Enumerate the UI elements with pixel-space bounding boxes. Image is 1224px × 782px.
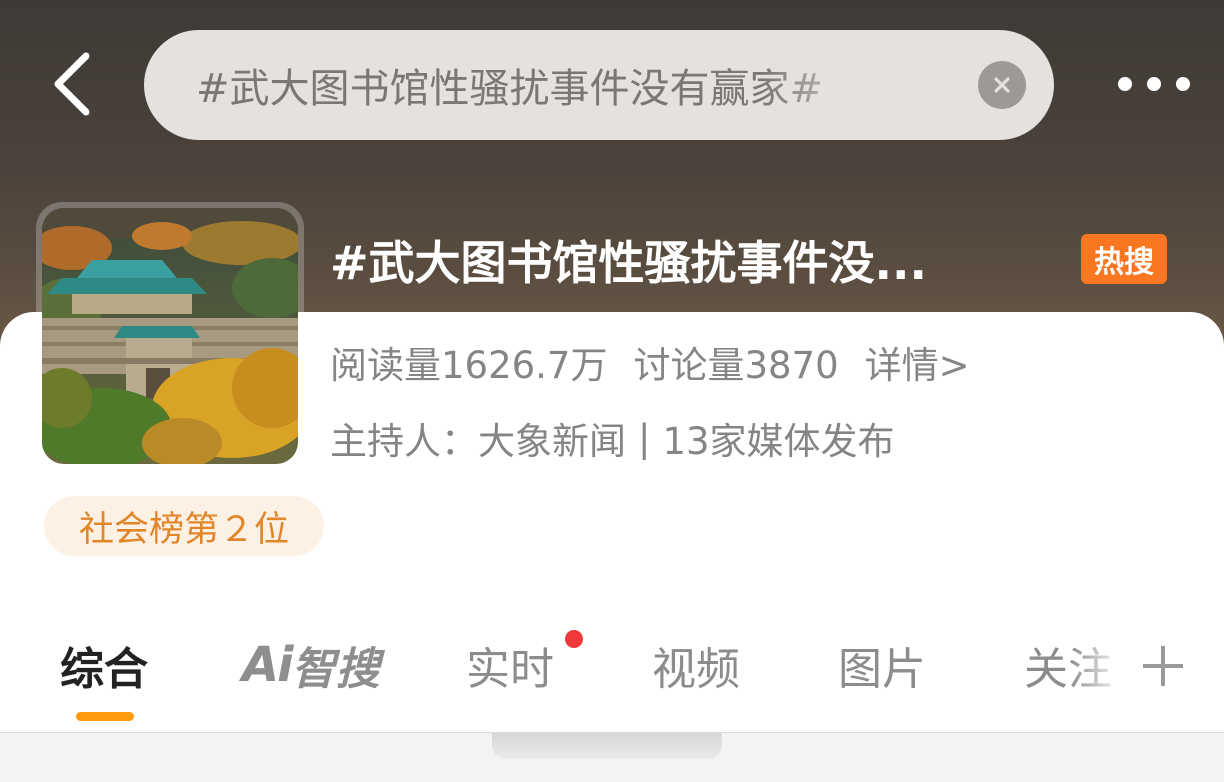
topic-cover-image[interactable] [36,202,304,470]
more-dot-icon [1147,77,1161,91]
ai-logo-icon: Ai [242,637,294,693]
new-content-dot-icon [565,630,583,648]
close-icon [994,77,1010,93]
tab-images[interactable]: 图片 [838,630,926,700]
discussion-count: 讨论量3870 [633,344,839,387]
chevron-left-icon [54,52,90,116]
details-link[interactable]: 详情> [865,335,970,389]
tab-realtime[interactable]: 实时 [466,630,554,700]
hot-search-badge: 热搜 [1081,234,1167,284]
tab-ai-search[interactable]: Ai 智搜 [242,630,380,700]
clear-search-button[interactable] [978,61,1026,109]
media-count[interactable]: 13家媒体发布 [662,411,894,465]
pull-refresh-indicator [492,733,722,759]
more-dot-icon [1118,77,1132,91]
tab-comprehensive[interactable]: 综合 [60,630,148,700]
more-dot-icon [1176,77,1190,91]
add-tab-button[interactable] [1132,640,1194,692]
search-query-text[interactable]: #武大图书馆性骚扰事件没有赢家# [196,56,886,114]
search-bar[interactable]: #武大图书馆性骚扰事件没有赢家# [144,30,1054,140]
rank-badge[interactable]: 社会榜第２位 [44,496,324,556]
plus-icon [1143,646,1183,686]
tab-ai-search-label: 智搜 [291,644,380,695]
host-separator: | [638,416,651,460]
tab-bar: 综合 Ai 智搜 实时 视频 图片 关注 [0,620,1224,721]
topic-stats: 阅读量1626.7万 讨论量3870 详情> [330,336,970,388]
campus-library-photo [42,208,298,464]
back-button[interactable] [40,48,104,120]
more-options-button[interactable] [1112,66,1196,102]
active-tab-indicator [76,712,134,721]
read-count: 阅读量1626.7万 [330,344,608,387]
tab-overflow-fade [1070,630,1130,700]
tab-video[interactable]: 视频 [652,630,740,700]
topic-title: #武大图书馆性骚扰事件没... [330,236,927,290]
host-name[interactable]: 主持人：大象新闻 [330,411,626,465]
topic-host-info: 主持人：大象新闻 | 13家媒体发布 [330,412,895,464]
